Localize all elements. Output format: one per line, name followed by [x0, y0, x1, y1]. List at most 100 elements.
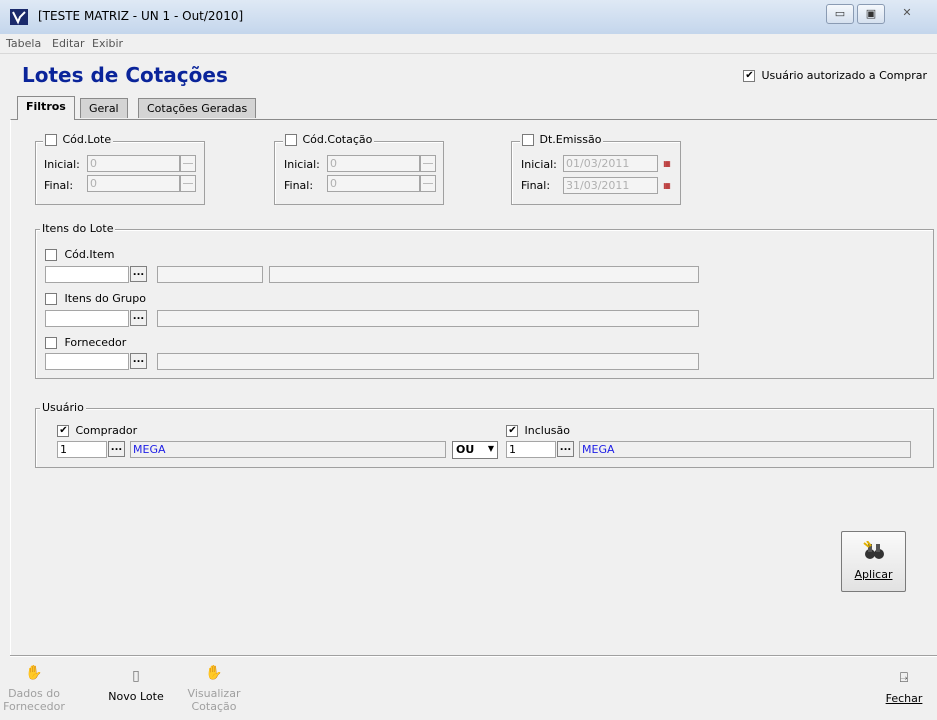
tab-cotacoes-geradas[interactable]: Cotações Geradas [138, 98, 257, 118]
fornecedor-label: Fornecedor [64, 336, 127, 349]
comprador-label: Comprador [75, 424, 138, 437]
cotacao-final-spinner[interactable] [420, 175, 436, 192]
comprador-lookup-button[interactable]: ... [108, 441, 125, 457]
inclusao-name-field: MEGA [579, 441, 911, 458]
app-icon [10, 9, 28, 25]
comprador-code-input[interactable]: 1 [57, 441, 107, 458]
checkbox-icon [522, 134, 534, 146]
tab-filtros[interactable]: Filtros [17, 96, 75, 120]
cotacao-legend[interactable]: Cód.Cotação [283, 133, 375, 146]
checkbox-icon [57, 425, 69, 437]
lote-inicial-input[interactable]: 0 [87, 155, 180, 172]
lote-final-label: Final: [44, 179, 74, 192]
maximize-button[interactable]: ▣ [857, 4, 885, 24]
fechar-button[interactable]: ⍈ Fechar [872, 670, 936, 705]
emissao-inicial-input[interactable]: 01/03/2011 [563, 155, 658, 172]
menu-tabela[interactable]: Tabela [6, 37, 41, 50]
fechar-label: Fechar [885, 692, 923, 705]
binoculars-icon [862, 540, 884, 559]
grupo-label: Itens do Grupo [64, 292, 146, 305]
footer-separator [10, 655, 937, 656]
aplicar-label: Aplicar [854, 568, 893, 581]
cotacao-final-input[interactable]: 0 [327, 175, 420, 192]
cotacao-group [274, 141, 444, 205]
minimize-button[interactable]: ▭ [826, 4, 854, 24]
fornecedor-checkbox[interactable]: Fornecedor [45, 336, 126, 349]
inclusao-code-input[interactable]: 1 [506, 441, 556, 458]
cod-item-desc-field [269, 266, 699, 283]
operator-value: OU [456, 443, 475, 456]
inclusao-checkbox[interactable]: Inclusão [506, 424, 570, 437]
menu-editar[interactable]: Editar [52, 37, 85, 50]
checkbox-icon [45, 249, 57, 261]
checkbox-icon [506, 425, 518, 437]
hand-icon: ✋ [25, 665, 43, 681]
exit-door-icon: ⍈ [899, 670, 909, 686]
hand-icon: ✋ [205, 665, 223, 681]
emissao-final-input[interactable]: 31/03/2011 [563, 177, 658, 194]
cod-item-label: Cód.Item [64, 248, 115, 261]
comprador-name-field: MEGA [130, 441, 446, 458]
checkbox-icon [45, 337, 57, 349]
cod-item-checkbox[interactable]: Cód.Item [45, 248, 114, 261]
menu-exibir[interactable]: Exibir [92, 37, 123, 50]
cotacao-final-label: Final: [284, 179, 314, 192]
emissao-group [511, 141, 681, 205]
checkbox-icon [45, 293, 57, 305]
checkbox-icon [285, 134, 297, 146]
grupo-desc-field [157, 310, 699, 327]
emissao-label: Dt.Emissão [539, 133, 602, 146]
lote-inicial-label: Inicial: [44, 158, 80, 171]
authorized-buyer-label: Usuário autorizado a Comprar [761, 69, 928, 82]
grupo-checkbox[interactable]: Itens do Grupo [45, 292, 146, 305]
cod-item-input[interactable] [45, 266, 129, 283]
grupo-lookup-button[interactable]: ... [130, 310, 147, 326]
dados-fornecedor-label-2: Fornecedor [3, 700, 65, 713]
lote-final-spinner[interactable] [180, 175, 196, 192]
novo-lote-label: Novo Lote [108, 690, 164, 703]
comprador-checkbox[interactable]: Comprador [57, 424, 137, 437]
usuario-legend: Usuário [40, 401, 86, 414]
title-bar: [TESTE MATRIZ - UN 1 - Out/2010] ▭ ▣ ✕ [0, 0, 937, 34]
lote-legend[interactable]: Cód.Lote [43, 133, 114, 146]
inclusao-lookup-button[interactable]: ... [557, 441, 574, 457]
grupo-input[interactable] [45, 310, 129, 327]
checkbox-icon [45, 134, 57, 146]
lote-final-input[interactable]: 0 [87, 175, 180, 192]
new-document-icon: ▯ [132, 668, 140, 684]
fornecedor-desc-field [157, 353, 699, 370]
usuario-group [35, 408, 934, 468]
operator-select[interactable]: OU ▼ [452, 441, 498, 459]
lote-label: Cód.Lote [62, 133, 112, 146]
itens-lote-legend: Itens do Lote [40, 222, 116, 235]
cotacao-inicial-input[interactable]: 0 [327, 155, 420, 172]
cod-item-lookup-button[interactable]: ... [130, 266, 147, 282]
chevron-down-icon: ▼ [487, 444, 494, 453]
menu-bar: Tabela Editar Exibir [0, 34, 937, 54]
cotacao-inicial-spinner[interactable] [420, 155, 436, 172]
tab-geral[interactable]: Geral [80, 98, 128, 118]
cotacao-label: Cód.Cotação [302, 133, 373, 146]
dados-fornecedor-button[interactable]: ✋ Dados do Fornecedor [2, 665, 66, 713]
fornecedor-input[interactable] [45, 353, 129, 370]
calendar-icon[interactable]: ▦ [660, 157, 674, 170]
window-title: [TESTE MATRIZ - UN 1 - Out/2010] [38, 9, 244, 23]
close-button[interactable]: ✕ [892, 6, 922, 24]
authorized-buyer-checkbox[interactable]: Usuário autorizado a Comprar [743, 69, 927, 82]
lote-inicial-spinner[interactable] [180, 155, 196, 172]
emissao-final-label: Final: [521, 179, 551, 192]
calendar-icon[interactable]: ▦ [660, 179, 674, 192]
dados-fornecedor-label-1: Dados do [8, 687, 60, 700]
emissao-inicial-label: Inicial: [521, 158, 557, 171]
lote-group [35, 141, 205, 205]
novo-lote-button[interactable]: ▯ Novo Lote [104, 668, 168, 703]
aplicar-button[interactable]: Aplicar [841, 531, 906, 592]
visualizar-cotacao-button[interactable]: ✋ Visualizar Cotação [182, 665, 246, 713]
emissao-legend[interactable]: Dt.Emissão [520, 133, 604, 146]
checkbox-icon [743, 70, 755, 82]
visualizar-cotacao-label-2: Cotação [191, 700, 237, 713]
cod-item-ref-field [157, 266, 263, 283]
page-title: Lotes de Cotações [22, 63, 228, 87]
fornecedor-lookup-button[interactable]: ... [130, 353, 147, 369]
inclusao-label: Inclusão [524, 424, 571, 437]
